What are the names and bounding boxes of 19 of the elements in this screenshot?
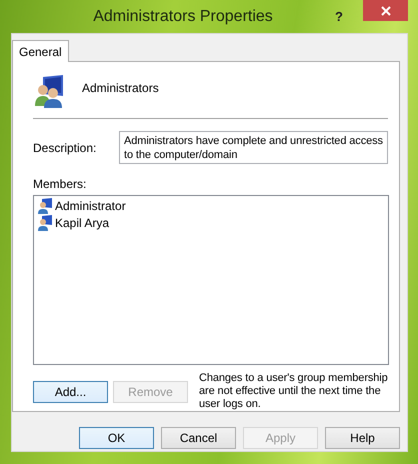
description-field[interactable]: Administrators have complete and unrestricted access to the computer/domain [119,130,388,164]
member-name[interactable]: Administrator [55,199,126,214]
dialog-button[interactable]: OK [79,427,154,449]
user-icon [37,198,53,214]
dialog-button[interactable]: Help [325,427,400,449]
close-button[interactable] [363,0,408,21]
user-icon [37,215,53,232]
help-button[interactable]: ? [325,6,353,28]
description-label: Description: [33,140,98,157]
close-icon [380,6,390,16]
tab[interactable]: General [12,40,69,62]
member-button[interactable]: Add... [33,381,108,403]
dialog-button[interactable]: Cancel [161,427,236,449]
member-name[interactable]: Kapil Arya [55,216,110,230]
members-label: Members: [33,176,88,191]
membership-note: Changes to a user's group membership are not effective until the next time the user logs on. [199,372,388,411]
window-title: Administrators Properties [92,8,274,26]
group-name: Administrators [82,81,159,95]
members-list[interactable]: Administrator Kapil Arya [33,194,389,365]
